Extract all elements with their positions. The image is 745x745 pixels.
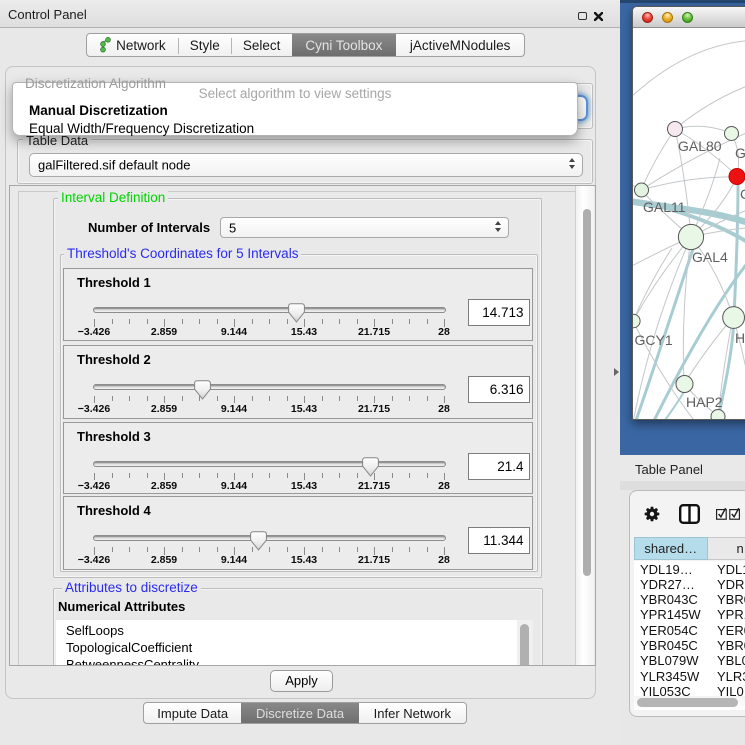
svg-text:GAL11: GAL11: [643, 199, 686, 215]
svg-text:GA: GA: [735, 145, 745, 161]
svg-text:HAP2: HAP2: [686, 394, 723, 410]
svg-text:GAL4: GAL4: [692, 249, 728, 265]
svg-text:GCY1: GCY1: [635, 332, 673, 348]
svg-text:GAL80: GAL80: [678, 138, 722, 154]
svg-text:H: H: [735, 330, 745, 346]
svg-text:C: C: [740, 186, 745, 202]
